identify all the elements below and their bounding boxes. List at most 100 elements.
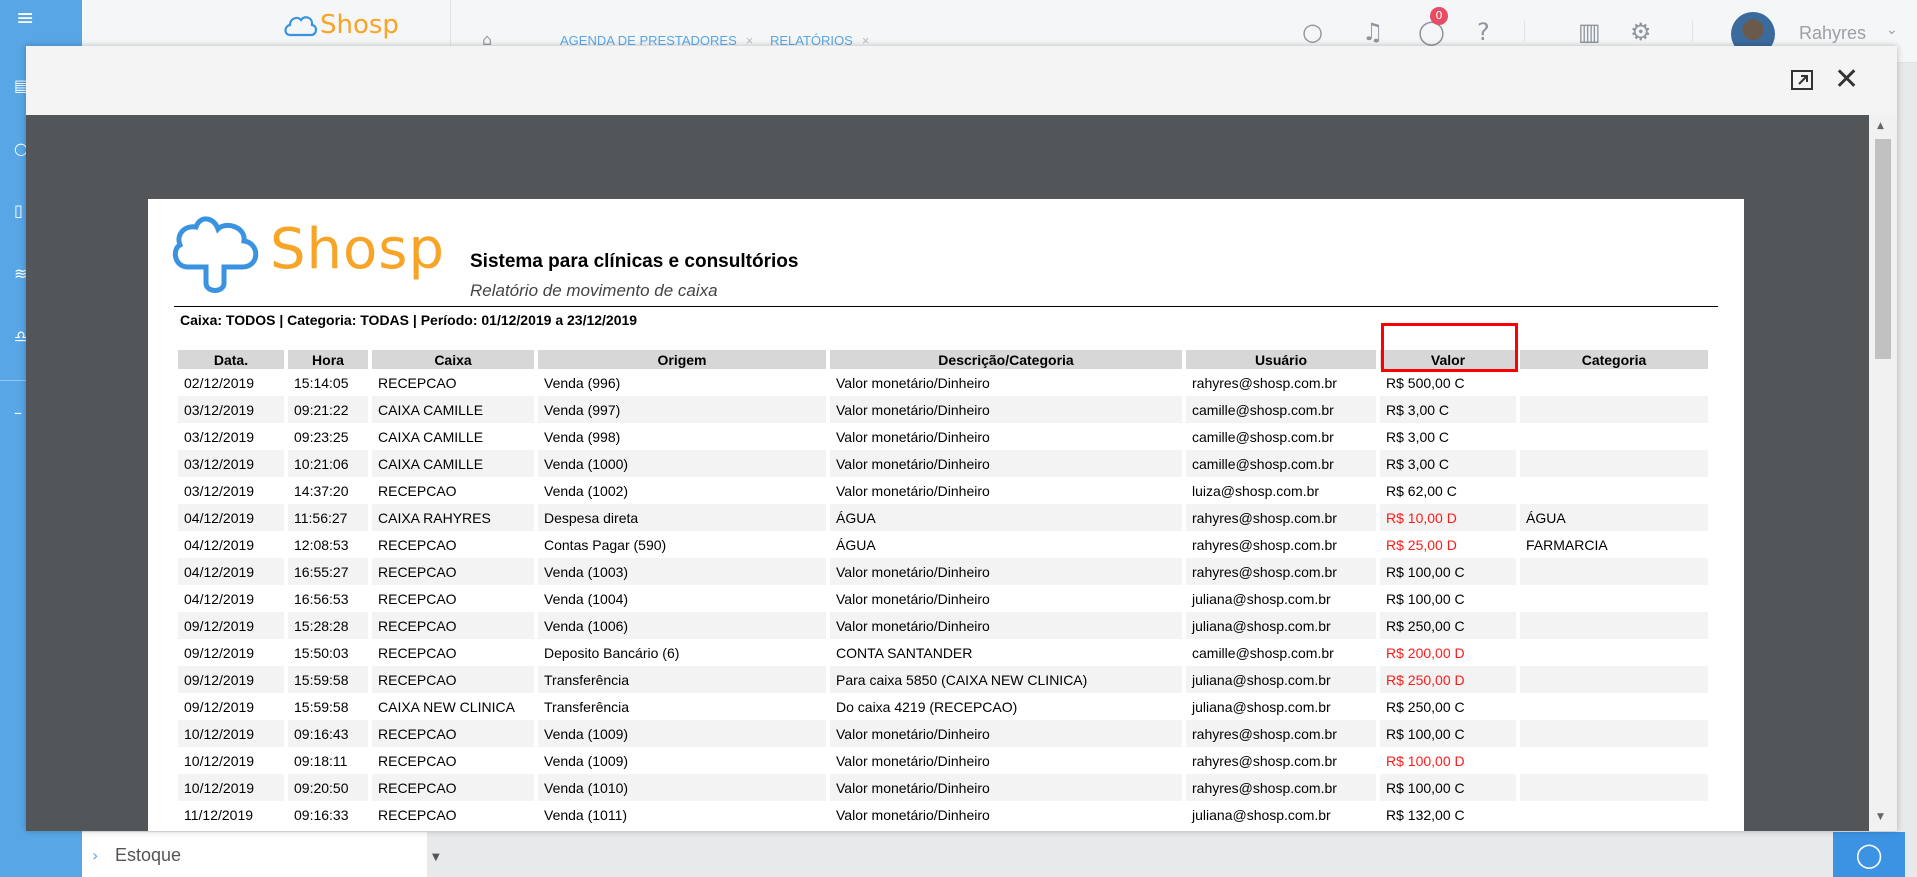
close-icon[interactable]: ✕	[1834, 65, 1859, 95]
cell-origem: Transferência	[544, 698, 630, 715]
report-divider	[174, 306, 1718, 307]
cell-categoria	[1520, 369, 1708, 396]
chat-button[interactable]: ◯	[1833, 832, 1905, 877]
sidebar-item-label: Estoque	[115, 845, 182, 865]
cell-categoria: FARMARCIA	[1526, 536, 1608, 553]
cell-descricao: ÁGUA	[830, 504, 1182, 531]
cell-caixa: CAIXA NEW CLINICA	[378, 698, 515, 715]
cell-hora: 14:37:20	[294, 482, 349, 499]
cell-data: 09/12/2019	[184, 698, 255, 715]
cell-data: 03/12/2019	[184, 428, 255, 445]
cell-valor: R$ 100,00 C	[1386, 590, 1465, 607]
cell-origem: Despesa direta	[538, 504, 826, 531]
cell-categoria	[1520, 396, 1708, 423]
table-row: 10/12/2019 09:18:11 RECEPCAO Venda (1009) Va…	[178, 747, 1708, 774]
cell-data: 10/12/2019	[178, 774, 284, 801]
menu-icon[interactable]: ≡	[16, 8, 34, 30]
app-logo[interactable]: Shosp	[282, 10, 399, 41]
cell-valor: R$ 3,00 C	[1380, 450, 1516, 477]
cell-data: 11/12/2019	[184, 806, 254, 823]
cell-valor: R$ 100,00 C	[1380, 720, 1516, 747]
cell-valor: R$ 250,00 C	[1380, 612, 1516, 639]
cell-hora: 09:16:33	[294, 806, 349, 823]
cell-hora: 09:18:11	[294, 752, 348, 769]
search-icon[interactable]: ○	[1302, 18, 1323, 46]
valor-column-highlight	[1381, 323, 1518, 372]
cloud-logo-icon	[284, 15, 318, 36]
column-header-categoria: Categoria	[1520, 350, 1708, 369]
user-name[interactable]: Rahyres	[1799, 23, 1866, 44]
table-row: 03/12/2019 14:37:20 RECEPCAO Venda (1002) Va…	[178, 477, 1708, 504]
scrollbar-thumb[interactable]	[1875, 139, 1891, 359]
sidebar-menu-item[interactable]: › Estoque ▼	[82, 832, 440, 877]
cell-descricao: Valor monetário/Dinheiro	[836, 482, 990, 499]
cell-caixa: RECEPCAO	[378, 752, 457, 769]
header-divider	[1524, 20, 1525, 42]
cell-data: 09/12/2019	[178, 666, 284, 693]
open-external-icon[interactable]	[1790, 68, 1814, 92]
table-row: 04/12/2019 16:56:53 RECEPCAO Venda (1004) Va…	[178, 585, 1708, 612]
cell-data: 10/12/2019	[178, 720, 284, 747]
report-modal: ✕ Shosp Sistema para clínicas e consultó…	[26, 46, 1897, 831]
cell-categoria	[1520, 747, 1708, 774]
cell-caixa: RECEPCAO	[378, 482, 457, 499]
cell-usuario: juliana@shosp.com.br	[1192, 806, 1331, 823]
chart-icon[interactable]: ▥	[1578, 18, 1601, 46]
cell-data: 04/12/2019	[178, 504, 284, 531]
column-header-caixa: Caixa	[372, 350, 534, 369]
cell-caixa: RECEPCAO	[372, 720, 534, 747]
cell-valor: R$ 100,00 C	[1380, 774, 1516, 801]
table-row: 09/12/2019 15:50:03 RECEPCAO Deposito Bancá…	[178, 639, 1708, 666]
cell-categoria	[1520, 666, 1708, 693]
cell-hora: 09:21:22	[288, 396, 368, 423]
cell-hora: 12:08:53	[294, 536, 349, 553]
pdf-viewer[interactable]: Shosp Sistema para clínicas e consultóri…	[26, 115, 1869, 831]
report-page: Shosp Sistema para clínicas e consultóri…	[148, 199, 1744, 831]
table-row: 10/12/2019 09:16:43 RECEPCAO Venda (1009) Va…	[178, 720, 1708, 747]
scroll-down-icon[interactable]: ▼	[1877, 812, 1884, 822]
cell-usuario: rahyres@shosp.com.br	[1186, 774, 1376, 801]
cell-caixa: CAIXA CAMILLE	[372, 450, 534, 477]
cell-hora: 09:23:25	[294, 428, 349, 445]
cell-hora: 15:59:58	[288, 666, 368, 693]
cell-origem: Venda (996)	[544, 374, 621, 391]
table-row: 03/12/2019 09:23:25 CAIXA CAMILLE Venda (99…	[178, 423, 1708, 450]
cell-categoria	[1520, 450, 1708, 477]
cell-origem: Venda (1009)	[538, 720, 826, 747]
scrollbar[interactable]: ▲ ▼	[1869, 115, 1897, 831]
cell-descricao: Valor monetário/Dinheiro	[836, 428, 990, 445]
gear-icon[interactable]: ⚙	[1630, 18, 1652, 46]
cell-hora: 16:55:27	[288, 558, 368, 585]
cell-origem: Transferência	[538, 666, 826, 693]
cell-categoria	[1520, 720, 1708, 747]
bell-icon[interactable]: ♫	[1362, 18, 1384, 46]
table-row: 09/12/2019 15:59:58 RECEPCAO Transferência P…	[178, 666, 1708, 693]
cell-descricao: Para caixa 5850 (CAIXA NEW CLINICA)	[830, 666, 1182, 693]
chevron-right-icon: ›	[92, 846, 99, 865]
cell-categoria: ÁGUA	[1520, 504, 1708, 531]
report-logo-text: Shosp	[270, 217, 446, 282]
table-row: 09/12/2019 15:59:58 CAIXA NEW CLINICA Trans…	[178, 693, 1708, 720]
cell-origem: Venda (1006)	[538, 612, 826, 639]
cell-data: 09/12/2019	[184, 644, 255, 661]
cell-caixa: RECEPCAO	[378, 590, 457, 607]
table-row: 04/12/2019 11:56:27 CAIXA RAHYRES Despesa d…	[178, 504, 1708, 531]
cell-origem: Venda (1002)	[544, 482, 629, 499]
cell-categoria	[1520, 585, 1708, 612]
report-logo: Shosp	[172, 209, 444, 304]
help-icon[interactable]: ?	[1477, 18, 1490, 46]
dropdown-arrow-icon[interactable]: ▼	[432, 852, 440, 863]
chevron-down-icon[interactable]: ⌄	[1886, 22, 1898, 38]
cell-valor: R$ 500,00 C	[1386, 374, 1465, 391]
cell-origem: Deposito Bancário (6)	[544, 644, 680, 661]
report-table: Data. Hora Caixa Origem Descrição/Catego…	[174, 350, 1712, 828]
scroll-up-icon[interactable]: ▲	[1877, 121, 1884, 131]
cell-categoria	[1520, 693, 1708, 720]
cell-origem: Venda (1004)	[544, 590, 629, 607]
cell-descricao: Valor monetário/Dinheiro	[830, 720, 1182, 747]
cell-valor: R$ 10,00 D	[1380, 504, 1516, 531]
cell-hora: 15:28:28	[288, 612, 368, 639]
table-row: 03/12/2019 10:21:06 CAIXA CAMILLE Venda (10…	[178, 450, 1708, 477]
cell-valor: R$ 100,00 C	[1380, 558, 1516, 585]
cell-descricao: ÁGUA	[836, 536, 876, 553]
